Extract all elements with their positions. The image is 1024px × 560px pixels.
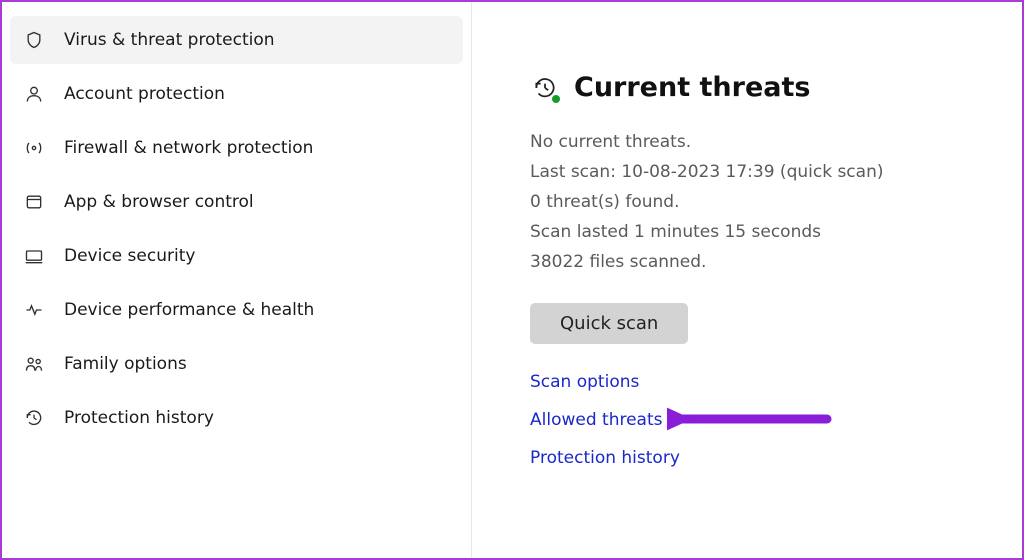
sidebar-item-label: Account protection [64, 84, 225, 104]
sidebar-item-label: Protection history [64, 408, 214, 428]
device-icon [24, 246, 52, 266]
sidebar-item-label: Device performance & health [64, 300, 314, 320]
ok-status-badge [550, 93, 562, 105]
section-header: Current threats [530, 72, 1002, 103]
allowed-threats-link[interactable]: Allowed threats [530, 410, 1002, 430]
sidebar-item-virus-threat[interactable]: Virus & threat protection [10, 16, 463, 64]
shield-icon [24, 30, 52, 50]
status-last-scan: Last scan: 10-08-2023 17:39 (quick scan) [530, 157, 1002, 187]
quick-scan-button[interactable]: Quick scan [530, 303, 688, 344]
app-browser-icon [24, 192, 52, 212]
sidebar: Virus & threat protection Account protec… [2, 2, 472, 558]
health-icon [24, 300, 52, 320]
main-content: Current threats No current threats. Last… [472, 2, 1022, 558]
sidebar-item-family[interactable]: Family options [10, 340, 463, 388]
sidebar-item-label: App & browser control [64, 192, 254, 212]
sidebar-item-firewall[interactable]: Firewall & network protection [10, 124, 463, 172]
sidebar-item-protection-history[interactable]: Protection history [10, 394, 463, 442]
status-scan-duration: Scan lasted 1 minutes 15 seconds [530, 217, 1002, 247]
history-icon [24, 408, 52, 428]
status-threats-found: 0 threat(s) found. [530, 187, 1002, 217]
status-files-scanned: 38022 files scanned. [530, 247, 1002, 277]
threats-history-icon [530, 73, 560, 103]
sidebar-item-app-browser[interactable]: App & browser control [10, 178, 463, 226]
sidebar-item-label: Family options [64, 354, 187, 374]
scan-options-link[interactable]: Scan options [530, 372, 1002, 392]
protection-history-link[interactable]: Protection history [530, 448, 1002, 468]
account-icon [24, 84, 52, 104]
family-icon [24, 354, 52, 374]
sidebar-item-performance-health[interactable]: Device performance & health [10, 286, 463, 334]
sidebar-item-device-security[interactable]: Device security [10, 232, 463, 280]
sidebar-item-label: Device security [64, 246, 195, 266]
section-title: Current threats [574, 72, 810, 103]
status-no-threats: No current threats. [530, 127, 1002, 157]
threat-status-block: No current threats. Last scan: 10-08-202… [530, 127, 1002, 277]
firewall-icon [24, 138, 52, 158]
sidebar-item-account[interactable]: Account protection [10, 70, 463, 118]
sidebar-item-label: Firewall & network protection [64, 138, 313, 158]
sidebar-item-label: Virus & threat protection [64, 30, 275, 50]
